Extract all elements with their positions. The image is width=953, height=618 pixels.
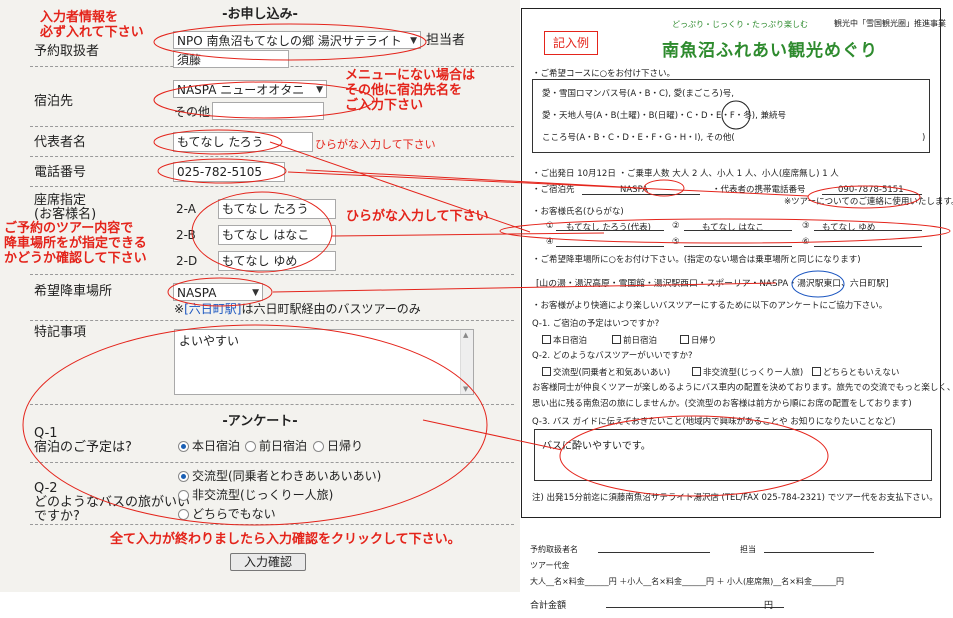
anno-ellipse-sheet-lodging [643,179,685,197]
anno-submit: 全て入力が終わりましたら入力確認をクリックして下さい。 [110,532,461,547]
anno-ellipse-sheet-names [499,218,951,244]
anno-ellipse-phone [157,158,287,184]
anno-dropoff-1: ご予約のツアー内容で [4,221,134,236]
annotation-overlay [22,23,951,526]
anno-ellipse-dropoff [167,277,273,307]
anno-ellipse-seats [191,191,333,273]
anno-ellipse-rep [153,129,283,155]
anno-rep-hiragana: ひらがな入力して下さい [315,138,436,151]
anno-ellipse-sheet-q3 [559,415,829,497]
anno-connector [305,169,641,189]
anno-ellipse-agency [153,23,427,61]
anno-dropoff-2: 降車場所をが指定できる [4,236,147,251]
anno-connector [272,282,777,293]
anno-lodging-1: メニューにない場合は [345,68,476,83]
anno-agency-1: 入力者情報を [40,10,119,25]
anno-agency-2: 必ず入れて下さい [40,25,144,40]
anno-ellipse-lodging [153,81,375,119]
sheet-circled-C [721,100,751,130]
anno-dropoff-3: かどうか確認して下さい [4,251,147,266]
anno-connector [422,419,563,451]
anno-ellipse-naspa [791,270,845,298]
anno-ellipse-survey [22,324,488,526]
anno-lodging-3: ご入力下さい [345,98,424,113]
anno-connector [331,232,605,237]
anno-seats-hiragana: ひらがな入力して下さい [346,209,489,224]
anno-lodging-2: その他に宿泊先名を [345,83,463,98]
anno-ellipse-sheet-phone [807,185,921,209]
